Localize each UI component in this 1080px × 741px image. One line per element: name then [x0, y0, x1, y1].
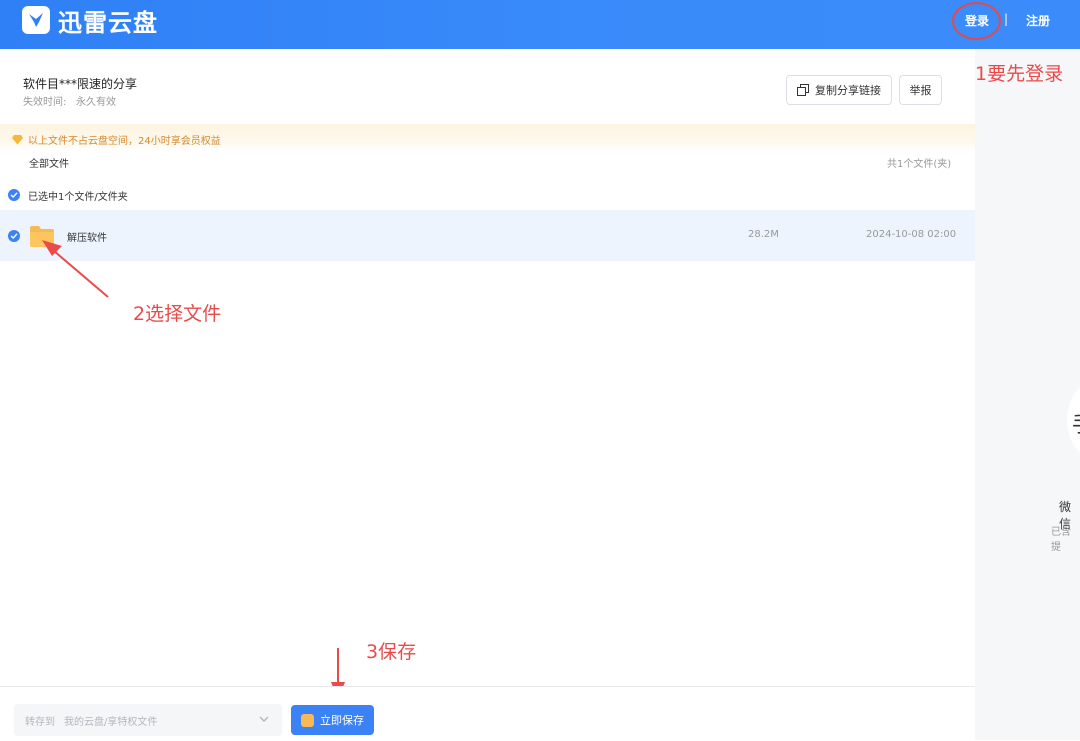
report-button[interactable]: 举报 [899, 75, 942, 105]
top-header: 迅雷云盘 登录 | 注册 [0, 0, 1080, 49]
share-title: 软件目***限速的分享 [23, 77, 138, 91]
checkmark-icon [10, 233, 18, 239]
selected-count-text: 已选中1个文件/文件夹 [28, 192, 128, 203]
file-date: 2024-10-08 02:00 [866, 229, 957, 240]
file-count: 共1个文件(夹) [887, 159, 952, 170]
annotation-step3: 3保存 [366, 641, 417, 663]
chevron-down-icon [259, 716, 269, 722]
logo-text: 迅雷云盘 [58, 8, 158, 37]
right-side-panel [975, 49, 1080, 740]
qr-partial-text: 手 [1072, 407, 1080, 439]
notice-text: 以上文件不占云盘空间，24小时享会员权益 [28, 136, 221, 147]
file-name[interactable]: 解压软件 [67, 229, 107, 244]
diamond-icon [12, 135, 23, 145]
save-to-label: 转存到 [25, 717, 55, 728]
save-path-placeholder: 我的云盘/享特权文件 [64, 717, 158, 728]
annotation-step2: 2选择文件 [133, 303, 222, 325]
annotation-step1: 1要先登录 [975, 63, 1064, 85]
copy-share-link-label: 复制分享链接 [815, 84, 881, 97]
xunlei-bird-icon [22, 6, 50, 34]
select-all-checkbox[interactable] [8, 189, 20, 201]
copy-share-link-button[interactable]: 复制分享链接 [786, 75, 892, 105]
nav-separator: | [1004, 12, 1009, 26]
folder-icon [30, 226, 54, 247]
copy-icon [797, 84, 809, 96]
expire-label: 失效时间: [23, 97, 67, 108]
right-panel-hint: 已含提 [1051, 527, 1071, 553]
expire-value: 永久有效 [76, 97, 116, 108]
xunlei-logo[interactable]: 迅雷云盘 [22, 6, 158, 37]
breadcrumb-all-files[interactable]: 全部文件 [29, 155, 69, 170]
save-now-button[interactable]: 立即保存 [291, 705, 374, 735]
save-now-label: 立即保存 [320, 714, 364, 727]
file-size: 28.2M [748, 229, 779, 240]
table-row[interactable] [0, 210, 975, 261]
file-row-checkbox[interactable] [8, 230, 20, 242]
report-label: 举报 [909, 84, 932, 97]
annotation-arrows [42, 240, 345, 700]
login-highlight-circle [952, 2, 1001, 40]
save-box-icon [301, 713, 314, 727]
checkmark-icon [10, 192, 18, 198]
register-link[interactable]: 注册 [1026, 12, 1050, 29]
